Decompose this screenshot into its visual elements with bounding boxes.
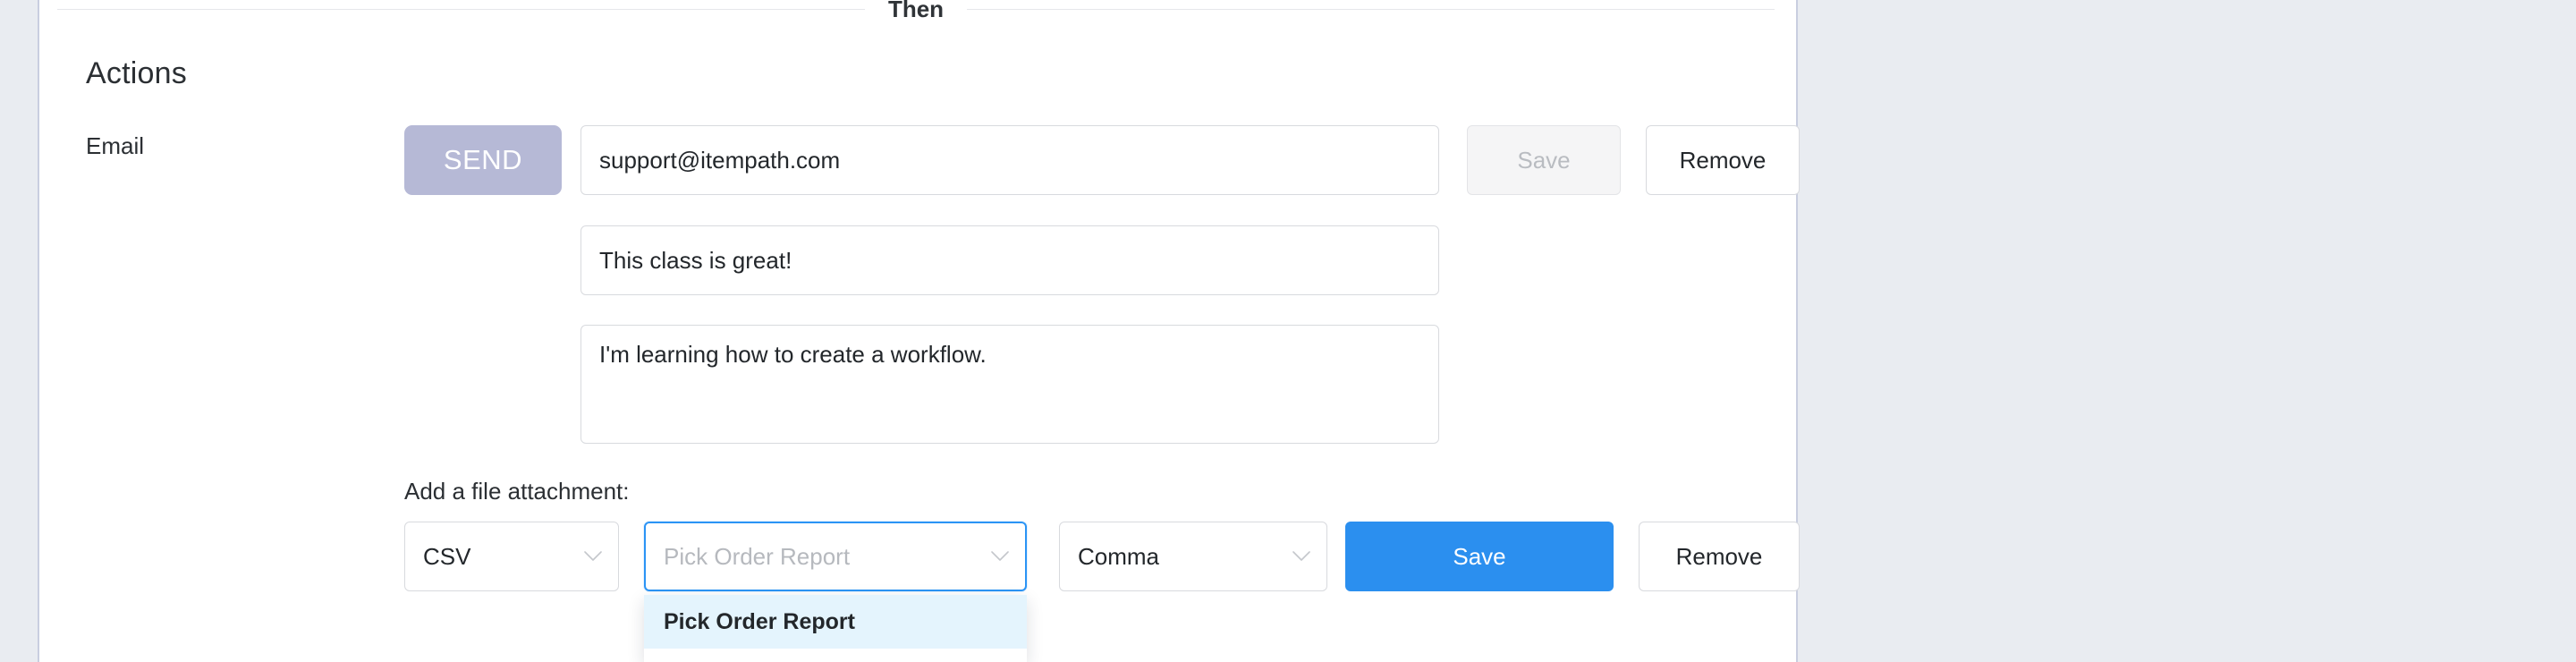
divider-line-left [57,8,865,10]
email-subject-input[interactable] [580,225,1439,295]
attachment-format-value: CSV [423,542,471,570]
attachment-report-placeholder: Pick Order Report [664,542,851,570]
workflow-editor-screen: Then Actions Email SEND Save Remove Add … [0,0,2576,662]
then-label: Then [887,0,945,22]
chevron-down-icon [991,551,1009,562]
divider-line-right [967,8,1775,10]
right-background-gutter [1800,0,2576,662]
email-recipient-input[interactable] [580,125,1439,195]
attachment-format-select[interactable]: CSV [404,522,619,591]
workflow-panel: Then Actions Email SEND Save Remove Add … [38,0,1800,662]
dropdown-option[interactable]: Pick Order Report [644,595,1027,649]
send-button[interactable]: SEND [404,125,562,195]
attachment-remove-button[interactable]: Remove [1639,522,1800,591]
email-action-label: Email [86,132,145,159]
dropdown-option[interactable]: Pick Order Report [644,649,1027,662]
attachment-report-select[interactable]: Pick Order Report [644,522,1027,591]
email-save-button[interactable]: Save [1467,125,1621,195]
actions-heading: Actions [86,56,187,90]
attachment-delimiter-select[interactable]: Comma [1059,522,1327,591]
then-divider: Then [57,0,1775,27]
email-body-textarea[interactable] [580,325,1439,444]
email-remove-button[interactable]: Remove [1646,125,1800,195]
chevron-down-icon [584,551,602,562]
report-dropdown-menu[interactable]: Pick Order Report Pick Order Report [644,595,1027,662]
left-background-gutter [0,0,38,662]
attachment-delimiter-value: Comma [1078,542,1160,570]
chevron-down-icon [1292,551,1310,562]
attachment-save-button[interactable]: Save [1345,522,1614,591]
attachment-label: Add a file attachment: [404,478,630,505]
